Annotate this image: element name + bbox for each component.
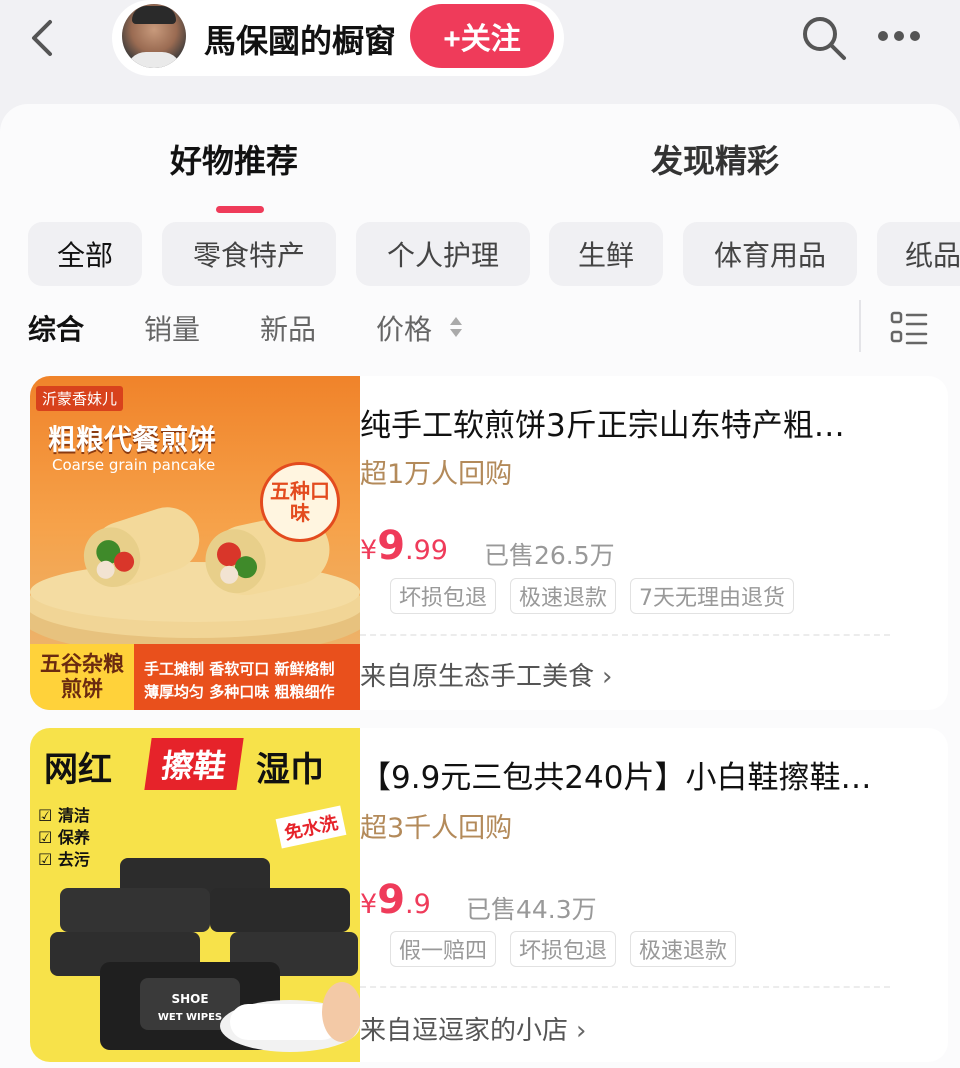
sort-comprehensive[interactable]: 综合 — [28, 308, 84, 348]
image-no-wash-tag: 免水洗 — [275, 805, 347, 849]
product-title[interactable]: 【9.9元三包共240片】小白鞋擦鞋… — [360, 752, 900, 797]
flavor-badge: 五种口味 — [260, 462, 340, 542]
repeat-buyers: 超3千人回购 — [360, 813, 513, 844]
source-shop-link[interactable]: 来自逗逗家的小店 › — [360, 1010, 586, 1047]
service-badge: 坏损包退 — [390, 578, 497, 614]
image-bullet: ☑ 清洁 — [38, 806, 90, 825]
category-chip-fresh[interactable]: 生鲜 — [549, 222, 663, 286]
shop-name: 馬保國的橱窗 — [204, 22, 397, 60]
wipes-packs-illustration: SHOE WET WIPES — [50, 858, 360, 1052]
product-image-shoe-wipes[interactable]: 网红 擦鞋 湿巾 ☑ 清洁 ☑ 保养 ☑ 去污 免水洗 SHOE WET WIP… — [30, 728, 360, 1062]
price-symbol: ¥ — [360, 535, 378, 566]
chevron-right-icon: › — [602, 662, 613, 692]
avatar[interactable] — [122, 4, 186, 68]
price-integer: 9 — [377, 523, 406, 569]
service-badge: 7天无理由退货 — [630, 578, 794, 614]
product-price: ¥9.9 — [360, 880, 431, 920]
image-bullet: ☑ 保养 — [38, 828, 90, 847]
divider — [360, 634, 890, 636]
service-badge: 坏损包退 — [510, 931, 617, 967]
sort-toggle-icon[interactable] — [448, 315, 464, 339]
image-feature-line: 薄厚均匀 多种口味 粗粮细作 — [144, 683, 335, 702]
service-badge: 极速退款 — [630, 931, 737, 967]
image-headline: 粗粮代餐煎饼 — [48, 423, 217, 456]
sort-divider — [859, 300, 861, 352]
sort-price[interactable]: 价格 — [376, 308, 432, 348]
svg-text:WET WIPES: WET WIPES — [158, 1012, 222, 1023]
back-arrow-icon[interactable] — [24, 16, 60, 60]
category-chip-all[interactable]: 全部 — [28, 222, 142, 286]
product-price: ¥9.99 — [360, 526, 448, 566]
sort-sales[interactable]: 销量 — [144, 308, 200, 348]
chevron-right-icon: › — [576, 1016, 587, 1046]
repeat-buyers: 超1万人回购 — [360, 459, 513, 490]
service-badge: 假一赔四 — [390, 931, 497, 967]
image-bottom-label: 五谷杂粮煎饼 — [30, 644, 134, 710]
product-title[interactable]: 纯手工软煎饼3斤正宗山东特产粗… — [360, 400, 900, 445]
source-shop-name: 来自原生态手工美食 — [360, 662, 595, 692]
category-chip-personal-care[interactable]: 个人护理 — [356, 222, 530, 286]
svg-text:SHOE: SHOE — [171, 992, 208, 1006]
image-headline: 网红 — [44, 750, 112, 790]
product-image-pancake[interactable]: 沂蒙香妹儿 粗粮代餐煎饼 Coarse grain pancake 五种口味 五… — [30, 376, 360, 710]
category-chip-paper[interactable]: 纸品 — [877, 222, 960, 286]
image-bottom-features: 手工摊制 香软可口 新鲜烙制 薄厚均匀 多种口味 粗粮细作 — [134, 644, 360, 710]
price-symbol: ¥ — [360, 889, 378, 920]
price-integer: 9 — [377, 877, 406, 923]
service-badge: 极速退款 — [510, 578, 617, 614]
sold-count: 已售44.3万 — [466, 895, 597, 924]
divider — [360, 986, 890, 988]
sort-new[interactable]: 新品 — [260, 308, 316, 348]
price-decimal: .9 — [405, 889, 431, 920]
price-decimal: .99 — [405, 535, 448, 566]
search-icon[interactable] — [800, 14, 848, 62]
image-headline-highlight: 擦鞋 — [144, 738, 244, 790]
category-chip-snacks[interactable]: 零食特产 — [162, 222, 336, 286]
category-chip-sports[interactable]: 体育用品 — [683, 222, 857, 286]
active-tab-indicator — [216, 206, 264, 213]
more-options-icon[interactable] — [876, 28, 922, 44]
source-shop-name: 来自逗逗家的小店 — [360, 1016, 569, 1046]
follow-button[interactable]: +关注 — [410, 4, 554, 68]
sold-count: 已售26.5万 — [484, 541, 615, 570]
source-shop-link[interactable]: 来自原生态手工美食 › — [360, 656, 612, 693]
list-view-icon[interactable] — [890, 310, 928, 346]
image-headline: 湿巾 — [256, 750, 324, 790]
tab-discover[interactable]: 发现精彩 — [651, 136, 779, 182]
image-feature-line: 手工摊制 香软可口 新鲜烙制 — [144, 660, 335, 678]
image-brand-tag: 沂蒙香妹儿 — [36, 386, 124, 411]
tab-recommended[interactable]: 好物推荐 — [170, 136, 298, 182]
image-subtitle: Coarse grain pancake — [52, 456, 216, 474]
